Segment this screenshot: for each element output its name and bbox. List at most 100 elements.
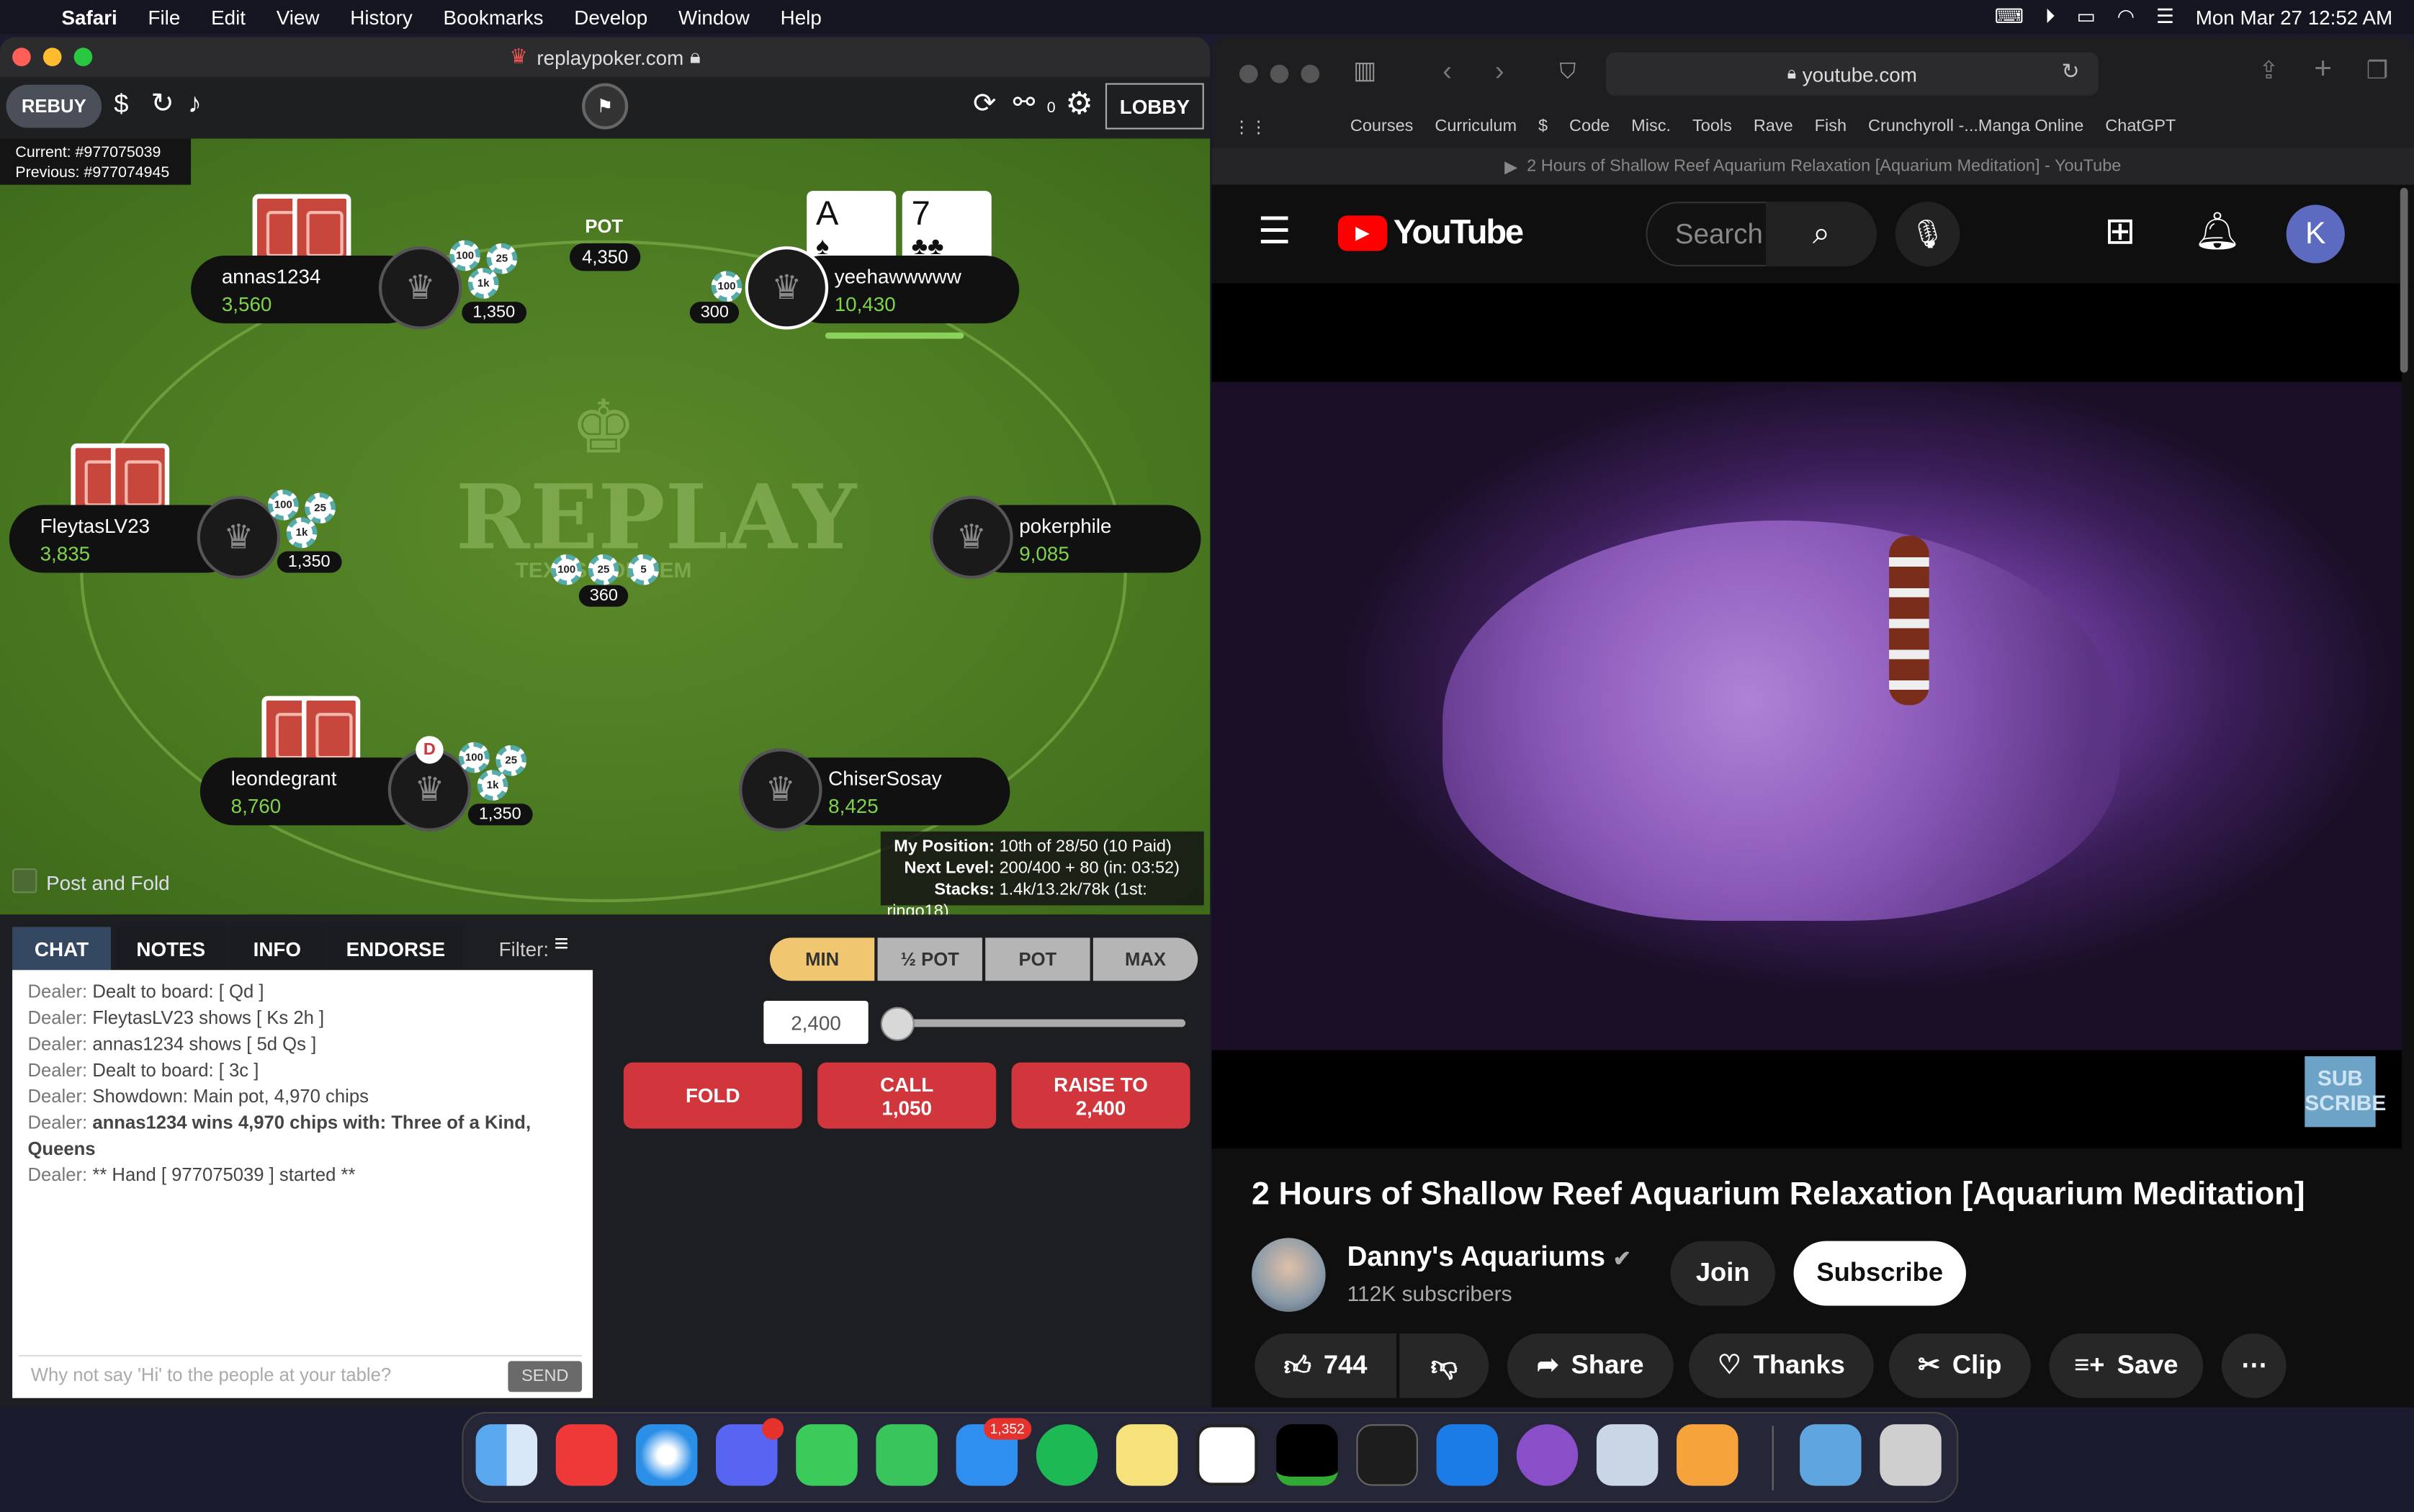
join-button[interactable]: Join xyxy=(1670,1241,1775,1306)
menu-history[interactable]: History xyxy=(350,5,412,28)
bookmark-item[interactable]: $ xyxy=(1538,117,1548,136)
tab-info[interactable]: INFO xyxy=(230,927,323,971)
half-pot-button[interactable]: ½ POT xyxy=(877,937,982,981)
minimize-icon[interactable] xyxy=(1270,64,1289,84)
battery-icon[interactable]: ▭ xyxy=(2076,4,2095,29)
max-button[interactable]: MAX xyxy=(1092,937,1198,981)
github-icon[interactable] xyxy=(1516,1424,1579,1486)
tab-notes[interactable]: NOTES xyxy=(117,927,225,971)
bookmark-item[interactable]: Curriculum xyxy=(1435,117,1517,136)
bookmark-item[interactable]: Misc. xyxy=(1631,117,1671,136)
back-icon[interactable]: ‹ xyxy=(1442,55,1452,88)
menu-help[interactable]: Help xyxy=(781,5,822,28)
rotate-icon[interactable]: ⟳ xyxy=(973,88,996,120)
bookmark-item[interactable]: Crunchyroll -...Manga Online xyxy=(1868,117,2083,136)
channel-name[interactable]: Danny's Aquariums ✔ xyxy=(1347,1241,1631,1274)
previous-hand[interactable]: Previous: #977074945 xyxy=(15,163,175,184)
flag-icon[interactable]: ⚑ xyxy=(582,83,629,130)
play-icon[interactable]: ⏵ xyxy=(2045,4,2055,29)
avatar[interactable]: ♛ xyxy=(739,748,822,832)
post-fold-checkbox[interactable] xyxy=(12,868,37,894)
tabs-icon[interactable]: ❐ xyxy=(2366,55,2389,86)
raise-button[interactable]: RAISE TO 2,400 xyxy=(1011,1062,1190,1129)
lobby-button[interactable]: LOBBY xyxy=(1105,83,1204,130)
close-icon[interactable] xyxy=(12,48,31,66)
video-player[interactable]: SUB SCRIBE xyxy=(1211,283,2402,1149)
binoculars-icon[interactable]: ⚯ xyxy=(1013,88,1035,119)
downloads-folder-icon[interactable] xyxy=(1800,1424,1862,1486)
like-button[interactable]: 👍︎ 744 xyxy=(1255,1333,1396,1398)
menu-view[interactable]: View xyxy=(277,5,320,28)
mute-icon[interactable]: ♪ xyxy=(188,88,202,120)
search-input[interactable]: Search xyxy=(1646,202,1769,266)
channel-avatar[interactable] xyxy=(1252,1238,1326,1313)
rebuy-button[interactable]: REBUY xyxy=(6,84,102,128)
trash-icon[interactable] xyxy=(1880,1424,1942,1486)
search-button[interactable]: ⌕ xyxy=(1766,202,1877,266)
activity-monitor-icon[interactable] xyxy=(1276,1424,1338,1486)
scrollbar[interactable] xyxy=(2400,187,2408,373)
wifi-icon[interactable]: ◠ xyxy=(2117,4,2135,29)
tab-endorse[interactable]: ENDORSE xyxy=(329,927,462,971)
current-hand[interactable]: Current: #977075039 xyxy=(15,143,175,163)
dollar-icon[interactable]: $ xyxy=(114,89,128,120)
stickies-icon[interactable] xyxy=(1116,1424,1178,1486)
clock[interactable]: Mon Mar 27 12:52 AM xyxy=(2196,5,2392,28)
tab-chat[interactable]: CHAT xyxy=(12,927,111,971)
zoom-icon[interactable] xyxy=(73,48,93,66)
mic-button[interactable]: 🎙︎ xyxy=(1895,202,1960,266)
reload-icon[interactable]: ↻ xyxy=(2062,58,2080,84)
filter-label[interactable]: Filter: xyxy=(499,937,549,960)
zoom-icon[interactable] xyxy=(1301,64,1320,84)
finder-icon[interactable] xyxy=(475,1424,538,1486)
settings-icon[interactable]: ⚙ xyxy=(1065,85,1092,123)
refresh-icon[interactable]: ↻ xyxy=(151,88,174,120)
keyboard-icon[interactable]: ⌨ xyxy=(1995,4,2024,29)
shield-icon[interactable]: ⛉ xyxy=(1560,58,1576,84)
avatar[interactable]: ♛ xyxy=(930,495,1013,580)
spotify-icon[interactable] xyxy=(1036,1424,1098,1486)
terminal-icon[interactable] xyxy=(1356,1424,1418,1486)
vivaldi-icon[interactable] xyxy=(555,1424,618,1486)
create-icon[interactable]: ⊞ xyxy=(2104,210,2135,254)
thanks-button[interactable]: ♡ Thanks xyxy=(1689,1333,1874,1398)
menu-file[interactable]: File xyxy=(148,5,181,28)
bookmark-item[interactable]: Fish xyxy=(1815,117,1847,136)
min-button[interactable]: MIN xyxy=(769,937,875,981)
poker-url[interactable]: replaypoker.com xyxy=(537,45,683,68)
raise-input[interactable]: 2,400 xyxy=(763,1001,869,1044)
minimize-icon[interactable] xyxy=(42,48,62,66)
filter-icon[interactable]: ≡ xyxy=(555,932,569,959)
clip-button[interactable]: ✂ Clip xyxy=(1889,1333,2031,1398)
bookmark-item[interactable]: Courses xyxy=(1350,117,1414,136)
bookmark-item[interactable]: Tools xyxy=(1692,117,1732,136)
menu-bookmarks[interactable]: Bookmarks xyxy=(443,5,543,28)
bookmark-item[interactable]: ChatGPT xyxy=(2105,117,2176,136)
forward-icon[interactable]: › xyxy=(1495,55,1504,88)
save-button[interactable]: ≡+ Save xyxy=(2049,1333,2204,1398)
xcode-icon[interactable] xyxy=(1436,1424,1499,1486)
close-icon[interactable] xyxy=(1239,64,1258,84)
bell-icon[interactable]: 🔔︎ xyxy=(2194,210,2240,254)
more-button[interactable]: ⋯ xyxy=(2221,1333,2287,1398)
menu-develop[interactable]: Develop xyxy=(574,5,647,28)
pages-icon[interactable] xyxy=(1677,1424,1738,1486)
new-tab-icon[interactable]: + xyxy=(2314,53,2332,88)
subscribe-watermark[interactable]: SUB SCRIBE xyxy=(2305,1056,2386,1128)
grid-icon[interactable]: ⋮⋮ xyxy=(1233,116,1267,137)
dislike-button[interactable]: 👎︎ xyxy=(1399,1333,1489,1398)
call-button[interactable]: CALL 1,050 xyxy=(817,1062,997,1129)
notion-icon[interactable] xyxy=(1196,1424,1258,1486)
share-button[interactable]: ➦ Share xyxy=(1507,1333,1674,1398)
avatar[interactable]: K xyxy=(2286,204,2345,264)
raise-slider[interactable] xyxy=(889,1019,1186,1027)
messages-icon[interactable] xyxy=(796,1424,858,1486)
tab-title[interactable]: 2 Hours of Shallow Reef Aquarium Relaxat… xyxy=(1527,157,2121,176)
slider-handle[interactable] xyxy=(880,1007,915,1041)
chat-input[interactable]: Why not say 'Hi' to the people at your t… xyxy=(18,1354,583,1392)
bookmark-item[interactable]: Rave xyxy=(1754,117,1793,136)
menu-app[interactable]: Safari xyxy=(62,5,117,28)
share-icon[interactable]: ⇪ xyxy=(2258,55,2279,86)
post-fold-label[interactable]: Post and Fold xyxy=(46,871,169,894)
pot-button[interactable]: POT xyxy=(985,937,1090,981)
